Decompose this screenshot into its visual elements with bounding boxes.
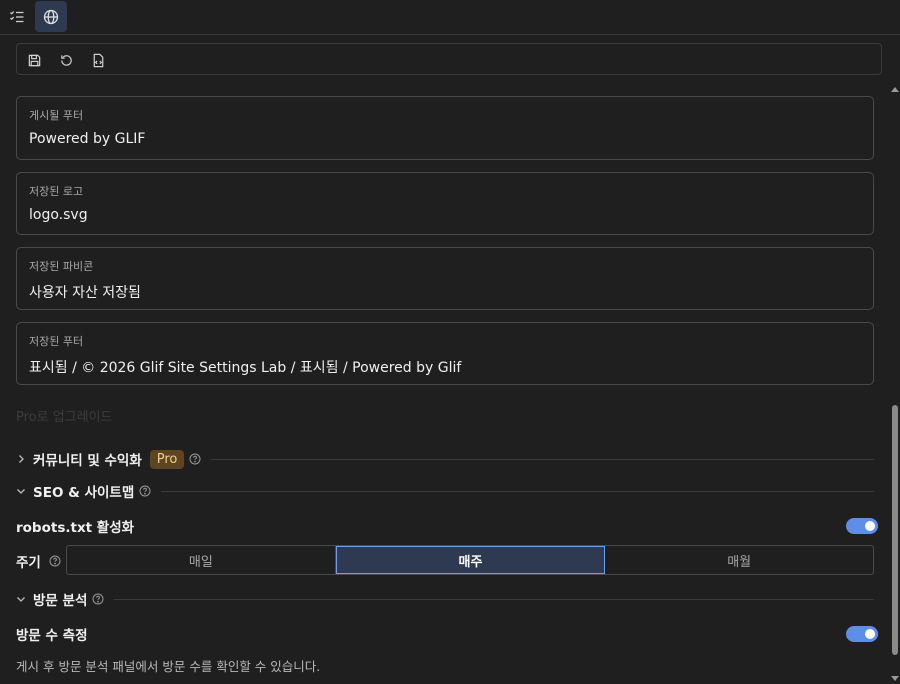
section-divider bbox=[161, 490, 874, 492]
top-bar bbox=[0, 0, 900, 35]
robots-toggle[interactable] bbox=[846, 518, 878, 534]
section-divider bbox=[211, 458, 874, 460]
saved-logo-field: 저장된 로고 logo.svg bbox=[16, 172, 874, 235]
chevron-down-icon bbox=[16, 593, 28, 605]
help-icon[interactable] bbox=[92, 593, 104, 605]
field-value: Powered by GLIF bbox=[29, 131, 146, 147]
scrollbar-thumb[interactable] bbox=[892, 405, 898, 655]
visits-label: 방문 수 측정 bbox=[16, 628, 88, 644]
seo-section-header[interactable]: SEO & 사이트맵 bbox=[16, 481, 874, 501]
globe-icon bbox=[43, 9, 59, 24]
globe-button[interactable] bbox=[35, 1, 67, 32]
frequency-option-daily[interactable]: 매일 bbox=[67, 546, 336, 574]
frequency-option-weekly[interactable]: 매주 bbox=[335, 546, 606, 574]
chevron-down-icon bbox=[16, 485, 28, 497]
frequency-row: 주기 bbox=[16, 551, 61, 571]
upgrade-to-pro-link[interactable]: Pro로 업그레이드 bbox=[16, 406, 113, 425]
field-value: logo.svg bbox=[29, 207, 88, 223]
frequency-option-monthly[interactable]: 매월 bbox=[605, 546, 873, 574]
help-icon[interactable] bbox=[49, 555, 61, 567]
section-title: 커뮤니티 및 수익화 bbox=[33, 453, 142, 469]
community-section-header[interactable]: 커뮤니티 및 수익화 Pro bbox=[16, 449, 874, 469]
saved-favicon-field: 저장된 파비콘 사용자 자산 저장됨 bbox=[16, 247, 874, 310]
scroll-down-arrow[interactable] bbox=[891, 676, 899, 681]
analytics-section-header[interactable]: 방문 분석 bbox=[16, 589, 874, 609]
frequency-label: 주기 bbox=[16, 555, 41, 571]
field-label: 저장된 파비콘 bbox=[29, 260, 94, 273]
toggle-knob bbox=[865, 521, 875, 531]
code-file-button[interactable] bbox=[88, 50, 108, 70]
section-divider bbox=[114, 598, 874, 600]
analytics-description: 게시 후 방문 분석 패널에서 방문 수를 확인할 수 있습니다. bbox=[16, 659, 321, 674]
robots-label: robots.txt 활성화 bbox=[16, 520, 135, 536]
code-file-icon bbox=[93, 53, 103, 67]
help-icon[interactable] bbox=[139, 485, 151, 497]
saved-footer-field: 저장된 푸터 표시됨 / © 2026 Glif Site Settings L… bbox=[16, 322, 874, 385]
chevron-right-icon bbox=[16, 453, 28, 465]
visits-toggle[interactable] bbox=[846, 626, 878, 642]
pro-badge: Pro bbox=[149, 449, 185, 469]
field-value: 표시됨 / © 2026 Glif Site Settings Lab / 표시… bbox=[29, 360, 462, 376]
checklist-button[interactable] bbox=[1, 1, 33, 32]
field-value: 사용자 자산 저장됨 bbox=[29, 285, 141, 301]
scrollbar[interactable] bbox=[892, 88, 898, 678]
frequency-segmented-control: 매일 매주 매월 bbox=[66, 545, 874, 575]
section-title: SEO & 사이트맵 bbox=[33, 485, 135, 501]
editor-toolbar bbox=[16, 43, 882, 75]
save-button[interactable] bbox=[24, 50, 44, 70]
help-icon[interactable] bbox=[189, 453, 201, 465]
field-label: 저장된 푸터 bbox=[29, 335, 84, 348]
field-label: 저장된 로고 bbox=[29, 185, 84, 198]
reset-button[interactable] bbox=[56, 50, 76, 70]
toggle-knob bbox=[865, 629, 875, 639]
save-icon bbox=[28, 54, 40, 66]
published-footer-field: 게시될 푸터 Powered by GLIF bbox=[16, 96, 874, 160]
section-title: 방문 분석 bbox=[33, 593, 88, 609]
checklist-icon bbox=[10, 10, 24, 22]
reset-icon bbox=[60, 54, 72, 66]
field-label: 게시될 푸터 bbox=[29, 109, 84, 122]
